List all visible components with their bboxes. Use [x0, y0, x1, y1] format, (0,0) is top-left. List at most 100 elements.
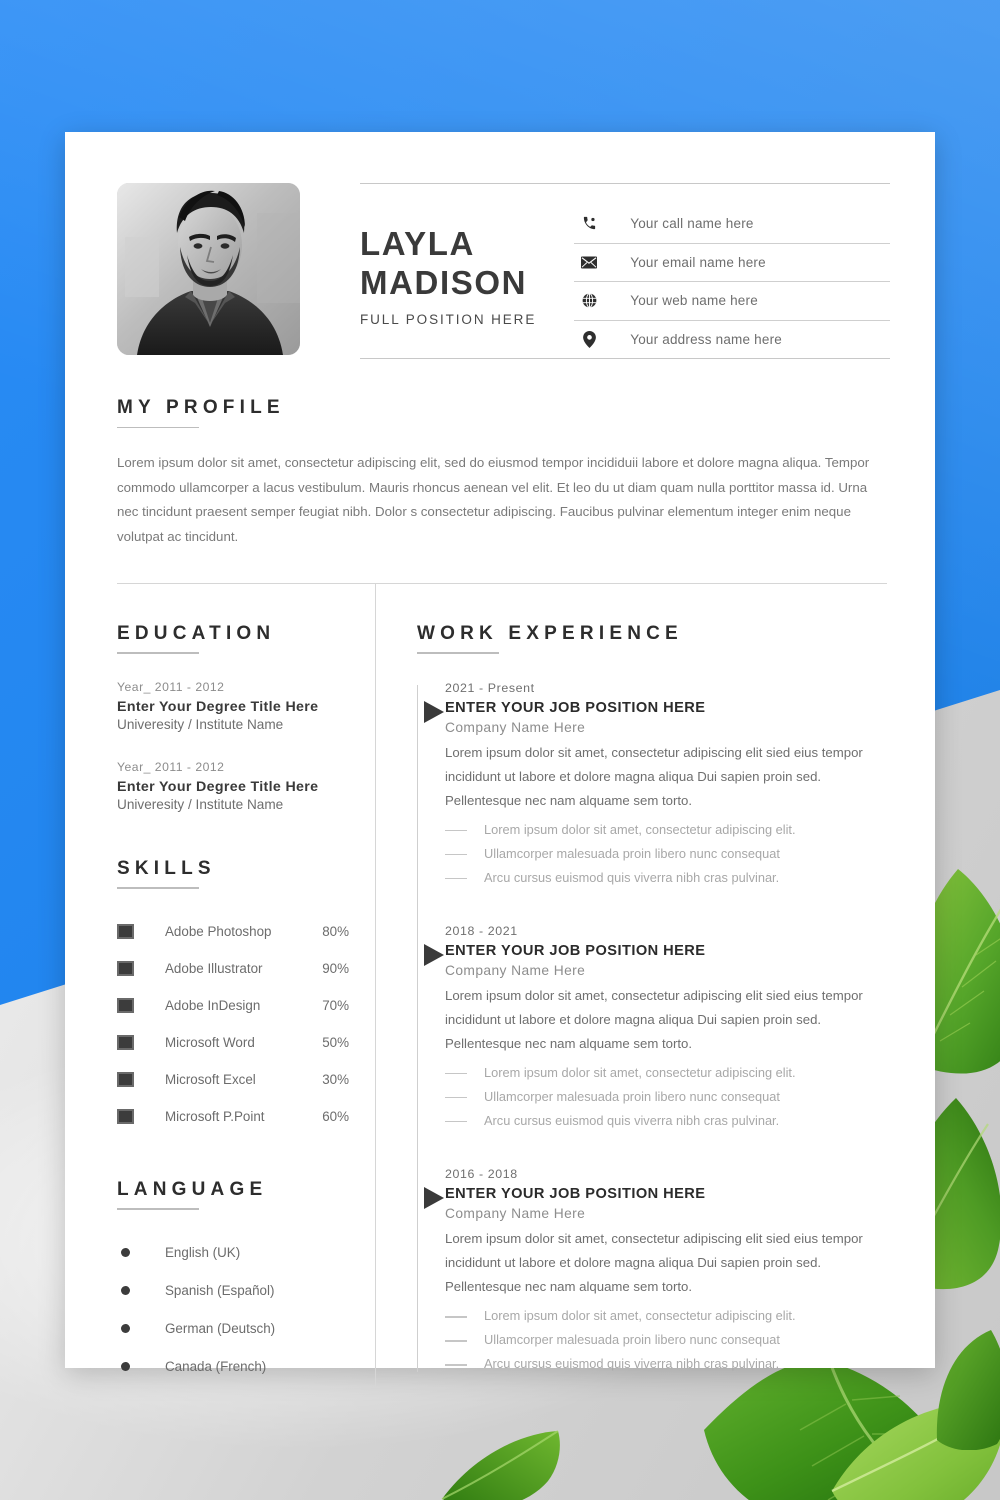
- contact-row-address[interactable]: Your address name here: [574, 321, 890, 360]
- contact-list: Your call name here Your email name here: [574, 205, 890, 359]
- work-date: 2021 - Present: [445, 680, 535, 695]
- left-column: EDUCATION Year_ 2011 - 2012 Enter Your D…: [65, 583, 376, 1386]
- language-list: English (UK) Spanish (Español) German (D…: [117, 1234, 349, 1386]
- skill-percent: 30%: [322, 1071, 349, 1087]
- dash-icon: [445, 1340, 467, 1342]
- work-bullet: Lorem ipsum dolor sit amet, consectetur …: [445, 1063, 895, 1087]
- work-bullet-text: Lorem ipsum dolor sit amet, consectetur …: [484, 821, 796, 837]
- skill-square-icon: [117, 960, 134, 976]
- education-section-title: EDUCATION: [117, 623, 349, 654]
- skill-name: Microsoft Excel: [165, 1071, 256, 1087]
- language-name: Spanish (Español): [165, 1283, 275, 1299]
- phone-icon: [574, 216, 604, 231]
- education-school: Univeresity / Institute Name: [117, 796, 284, 812]
- work-bullet: Lorem ipsum dolor sit amet, consectetur …: [445, 820, 895, 844]
- work-experience-item: 2018 - 2021 ENTER YOUR JOB POSITION HERE…: [424, 923, 895, 1135]
- work-bullet: Arcu cursus euismod quis viverra nibh cr…: [445, 868, 895, 892]
- skill-row: Microsoft P.Point 60%: [117, 1098, 349, 1135]
- dash-icon: [445, 1316, 467, 1318]
- contact-web-text: Your web name here: [630, 293, 758, 309]
- skill-row: Microsoft Excel 30%: [117, 1061, 349, 1098]
- skill-square-icon: [117, 1108, 134, 1124]
- education-list: Year_ 2011 - 2012 Enter Your Degree Titl…: [117, 680, 349, 812]
- skill-percent: 50%: [322, 1034, 349, 1050]
- work-bullet-list: Lorem ipsum dolor sit amet, consectetur …: [445, 1063, 895, 1135]
- skill-name: Microsoft Word: [165, 1034, 255, 1050]
- triangle-marker-icon: [424, 943, 444, 966]
- work-description: Lorem ipsum dolor sit amet, consectetur …: [445, 744, 863, 808]
- profile-photo: [117, 183, 300, 355]
- language-row: Canada (French): [117, 1348, 349, 1386]
- identity-block: LAYLA MADISON FULL POSITION HERE: [360, 203, 536, 327]
- skill-row: Adobe Photoshop 80%: [117, 913, 349, 950]
- work-description: Lorem ipsum dolor sit amet, consectetur …: [445, 987, 863, 1051]
- work-bullet: Ullamcorper malesuada proin libero nunc …: [445, 844, 895, 868]
- skill-name: Adobe InDesign: [165, 997, 261, 1013]
- education-degree: Enter Your Degree Title Here: [117, 778, 319, 795]
- triangle-marker-icon: [424, 1186, 444, 1209]
- education-item: Year_ 2011 - 2012 Enter Your Degree Titl…: [117, 680, 349, 732]
- work-bullet: Arcu cursus euismod quis viverra nibh cr…: [445, 1354, 895, 1378]
- language-name: German (Deutsch): [165, 1321, 276, 1337]
- work-bullet-list: Lorem ipsum dolor sit amet, consectetur …: [445, 820, 895, 892]
- dash-icon: [445, 829, 467, 832]
- work-bullet-text: Ullamcorper malesuada proin libero nunc …: [484, 1088, 780, 1104]
- education-school: Univeresity / Institute Name: [117, 716, 284, 732]
- bullet-dot-icon: [121, 1324, 130, 1334]
- first-name: LAYLA: [360, 225, 475, 262]
- contact-phone-text: Your call name here: [630, 216, 754, 232]
- skill-percent: 60%: [322, 1108, 349, 1124]
- work-position: ENTER YOUR JOB POSITION HERE: [445, 942, 706, 959]
- resume-header: LAYLA MADISON FULL POSITION HERE Your ca…: [65, 132, 935, 359]
- skill-row: Adobe InDesign 70%: [117, 987, 349, 1024]
- bullet-dot-icon: [121, 1248, 130, 1258]
- bullet-dot-icon: [121, 1362, 130, 1372]
- work-position: ENTER YOUR JOB POSITION HERE: [445, 1185, 706, 1202]
- contact-row-phone[interactable]: Your call name here: [574, 205, 890, 244]
- profile-body-text: Lorem ipsum dolor sit amet, consectetur …: [117, 455, 870, 545]
- last-name: MADISON: [360, 263, 528, 301]
- contact-address-text: Your address name here: [630, 332, 782, 348]
- contact-row-email[interactable]: Your email name here: [574, 244, 890, 282]
- work-position: ENTER YOUR JOB POSITION HERE: [445, 699, 706, 716]
- work-bullet-text: Arcu cursus euismod quis viverra nibh cr…: [484, 1112, 780, 1128]
- work-bullet-text: Ullamcorper malesuada proin libero nunc …: [484, 845, 780, 861]
- dash-icon: [445, 853, 467, 856]
- envelope-icon: [574, 256, 604, 269]
- work-experience-item: 2016 - 2018 ENTER YOUR JOB POSITION HERE…: [424, 1167, 895, 1378]
- resume-page: LAYLA MADISON FULL POSITION HERE Your ca…: [65, 132, 935, 1386]
- work-date: 2018 - 2021: [445, 923, 518, 938]
- dash-icon: [445, 877, 467, 880]
- education-year: Year_ 2011 - 2012: [117, 679, 225, 694]
- skills-list: Adobe Photoshop 80% Adobe Illustrator 90…: [117, 913, 349, 1135]
- work-bullet-list: Lorem ipsum dolor sit amet, consectetur …: [445, 1306, 895, 1378]
- dash-icon: [445, 1072, 467, 1075]
- job-position-subtitle: FULL POSITION HERE: [360, 311, 537, 327]
- leaf-bottom-far-right: [935, 1330, 1000, 1450]
- work-bullet: Ullamcorper malesuada proin libero nunc …: [445, 1330, 895, 1354]
- dash-icon: [445, 1096, 467, 1099]
- language-row: German (Deutsch): [117, 1310, 349, 1348]
- contact-email-text: Your email name here: [630, 254, 766, 270]
- work-experience-item: 2021 - Present ENTER YOUR JOB POSITION H…: [424, 680, 895, 892]
- skill-square-icon: [117, 1071, 134, 1087]
- leaf-bottom-left: [430, 1425, 560, 1500]
- skill-row: Microsoft Word 50%: [117, 1024, 349, 1061]
- skill-square-icon: [117, 997, 134, 1013]
- header-details: LAYLA MADISON FULL POSITION HERE Your ca…: [360, 183, 890, 359]
- work-description: Lorem ipsum dolor sit amet, consectetur …: [445, 1230, 863, 1294]
- work-company: Company Name Here: [445, 962, 586, 978]
- work-company: Company Name Here: [445, 1205, 586, 1221]
- education-item: Year_ 2011 - 2012 Enter Your Degree Titl…: [117, 760, 349, 812]
- work-bullet-text: Lorem ipsum dolor sit amet, consectetur …: [484, 1064, 796, 1080]
- work-bullet-text: Arcu cursus euismod quis viverra nibh cr…: [484, 869, 780, 885]
- dash-icon: [445, 1364, 467, 1366]
- skill-name: Adobe Illustrator: [165, 960, 263, 976]
- skill-name: Adobe Photoshop: [165, 923, 272, 939]
- education-degree: Enter Your Degree Title Here: [117, 698, 319, 715]
- work-bullet-text: Arcu cursus euismod quis viverra nibh cr…: [484, 1356, 780, 1372]
- language-row: English (UK): [117, 1234, 349, 1272]
- contact-row-web[interactable]: Your web name here: [574, 282, 890, 321]
- work-bullet: Lorem ipsum dolor sit amet, consectetur …: [445, 1306, 895, 1330]
- skill-percent: 90%: [322, 960, 349, 976]
